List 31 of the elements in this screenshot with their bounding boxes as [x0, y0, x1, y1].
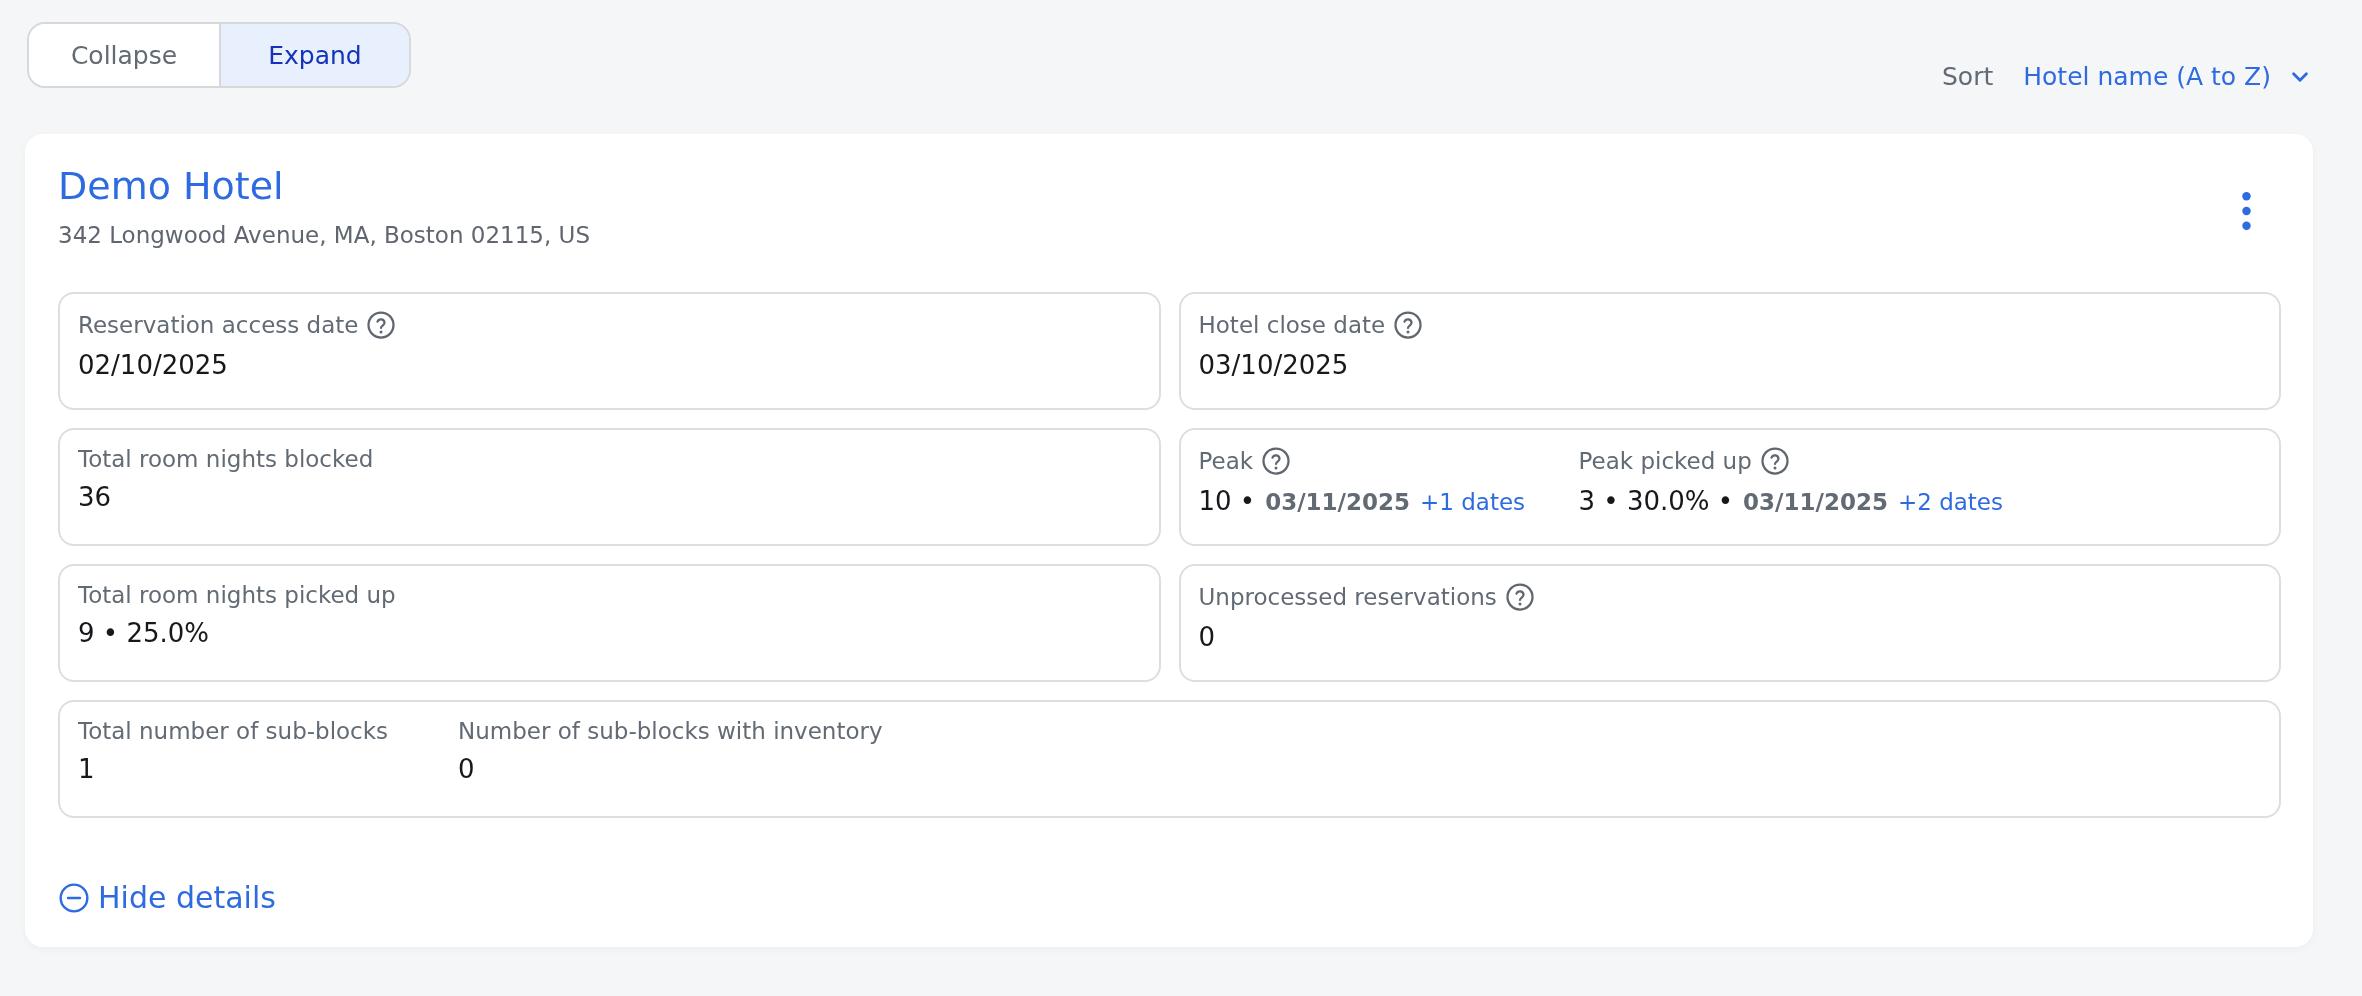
stat-value: 02/10/2025 — [78, 350, 228, 380]
hotel-name-link[interactable]: Demo Hotel — [58, 164, 284, 208]
stat-label: Reservation access date — [78, 312, 359, 338]
stat-value: 36 — [78, 482, 112, 512]
stat-value: 10 • — [1198, 486, 1256, 516]
stat-label: Hotel close date — [1198, 312, 1386, 338]
stat-value: 1 — [78, 754, 95, 784]
chevron-down-icon — [2291, 70, 2309, 83]
hide-details-button[interactable]: Hide details — [58, 880, 276, 915]
stat-label: Peak picked up — [1578, 448, 1752, 474]
stat-label: Peak — [1198, 448, 1254, 474]
stat-date: 03/11/2025 — [1265, 489, 1410, 515]
stat-label: Total number of sub-blocks — [78, 718, 389, 744]
stat-label: Total room nights blocked — [78, 446, 374, 472]
more-dates-link[interactable]: +2 dates — [1897, 489, 2003, 515]
stat-value: 9 • 25.0% — [78, 618, 209, 648]
sort-label: Sort — [1942, 62, 1994, 91]
vertical-dots-icon — [2242, 192, 2251, 230]
stat-label: Unprocessed reservations — [1198, 584, 1497, 610]
stat-label: Number of sub-blocks with inventory — [458, 718, 883, 744]
more-dates-link[interactable]: +1 dates — [1420, 489, 1526, 515]
stat-label: Total room nights picked up — [78, 582, 396, 608]
stat-value: 03/10/2025 — [1198, 350, 1349, 380]
stat-value: 3 • 30.0% • — [1578, 486, 1734, 516]
stat-value: 0 — [458, 754, 475, 784]
hotel-address: 342 Longwood Avenue, MA, Boston 02115, US — [58, 222, 591, 248]
stat-date: 03/11/2025 — [1743, 489, 1888, 515]
sort-dropdown[interactable]: Hotel name (A to Z) — [2023, 62, 2309, 91]
view-toggle-button[interactable]: Expand — [219, 24, 409, 86]
view-toggle-button[interactable]: Collapse — [29, 24, 219, 86]
stat-value: 0 — [1198, 622, 1216, 652]
